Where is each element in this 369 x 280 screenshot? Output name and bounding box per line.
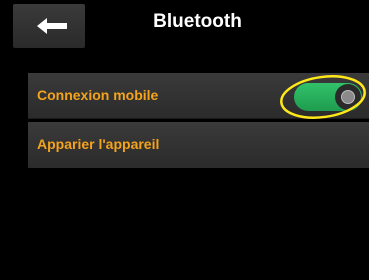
setting-label-mobile-connection: Connexion mobile bbox=[37, 87, 159, 103]
back-button[interactable] bbox=[13, 4, 85, 48]
page-title: Bluetooth bbox=[153, 11, 242, 32]
toggle-knob-center bbox=[341, 90, 355, 104]
left-arrow-icon bbox=[37, 18, 67, 34]
mobile-connection-toggle[interactable] bbox=[294, 83, 362, 111]
toggle-knob bbox=[335, 84, 361, 110]
setting-row-pair-device[interactable]: Apparier l'appareil bbox=[28, 122, 369, 168]
setting-label-pair-device: Apparier l'appareil bbox=[37, 136, 160, 152]
header: Bluetooth bbox=[0, 0, 369, 48]
